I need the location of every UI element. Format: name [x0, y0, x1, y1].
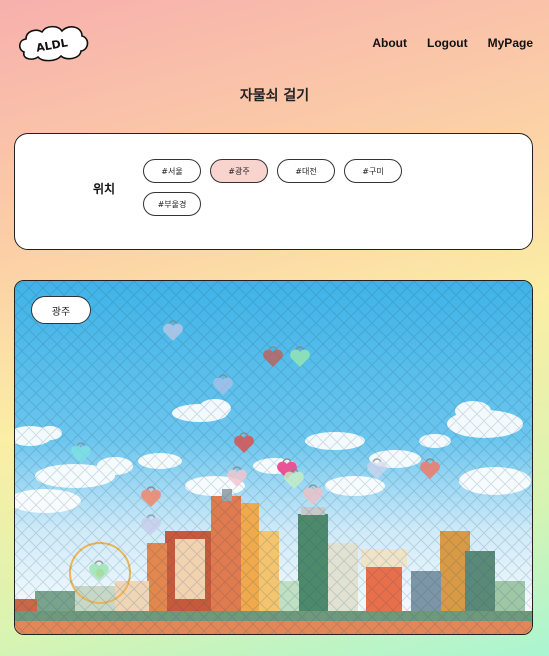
location-label: 위치	[93, 182, 116, 196]
nav-logout-link[interactable]: Logout	[427, 36, 468, 50]
page-title: 자물쇠 걸기	[239, 88, 310, 104]
chip-daejeon[interactable]: #대전	[277, 159, 335, 183]
chip-buulgyeong[interactable]: #부울경	[143, 192, 201, 216]
location-filter-card: 위치 #서울 #광주 #대전 #구미 #부울경	[14, 133, 533, 250]
nav-about-link[interactable]: About	[372, 36, 407, 50]
lock-wall-scene: 광주	[14, 280, 533, 635]
chip-gwangju[interactable]: #광주	[210, 159, 268, 183]
chip-gumi[interactable]: #구미	[344, 159, 402, 183]
city-illustration	[15, 281, 532, 634]
chip-seoul[interactable]: #서울	[143, 159, 201, 183]
selected-region-pill[interactable]: 광주	[31, 296, 91, 324]
nav-mypage-link[interactable]: MyPage	[488, 36, 533, 50]
aldl-logo[interactable]: ALDL	[16, 22, 90, 64]
top-nav: About Logout MyPage	[372, 36, 533, 50]
location-chip-list: #서울 #광주 #대전 #구미 #부울경	[143, 159, 423, 216]
